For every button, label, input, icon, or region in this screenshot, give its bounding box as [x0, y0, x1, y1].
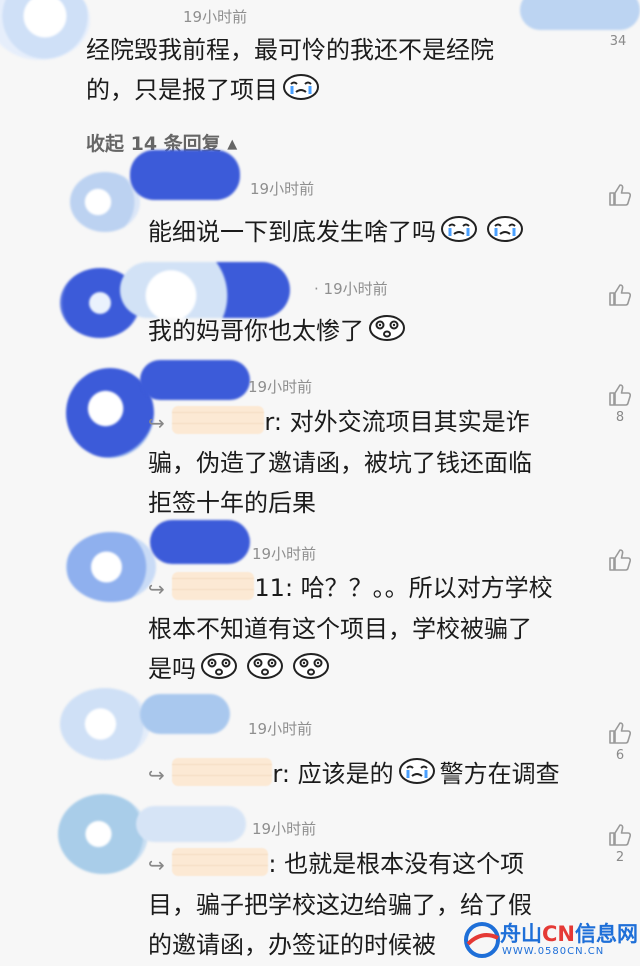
crying-emoji-icon: [439, 214, 479, 244]
comment-text-line: 经院毁我前程，最可怜的我还不是经院: [86, 36, 494, 64]
like-button[interactable]: [606, 547, 634, 573]
reply-text-line: 哈？？。。所以对方学校: [300, 574, 553, 602]
like-count: 34: [609, 34, 627, 49]
reply-text-line: 是吗: [148, 649, 553, 689]
reply-time: 19小时前: [252, 545, 317, 563]
reply-arrow-icon: ↪: [148, 763, 165, 787]
reply-text-line: 能细说一下到底发生啥了吗: [148, 218, 436, 246]
quote-suffix: 11:: [254, 574, 294, 602]
reply-text-fragment: 是吗: [148, 655, 196, 683]
shocked-emoji-icon: [367, 313, 407, 343]
username-blur: [120, 262, 290, 318]
quoted-username-blur: [172, 572, 255, 600]
thumbs-up-icon: [607, 822, 633, 848]
reply-time: 19小时前: [248, 378, 313, 396]
caret-up-icon: ▲: [227, 137, 238, 152]
reply-text-line: 我的妈哥你也太惨了: [148, 317, 364, 345]
thumbs-up-icon: [607, 182, 633, 208]
reply-quote-line: ↪ 11: 哈？？。。所以对方学校: [148, 568, 553, 609]
thumbs-up-icon: [607, 720, 633, 746]
username-blur: [150, 520, 250, 564]
comment-time: 19小时前: [183, 8, 248, 26]
comment-text: 经院毁我前程，最可怜的我还不是经院 的，只是报了项目: [86, 30, 494, 110]
reply-time: · 19小时前: [314, 280, 388, 298]
username-blur: [140, 694, 230, 734]
username-blur: [130, 150, 240, 200]
reply-quote-line: ↪ : 也就是根本没有这个项: [148, 844, 532, 885]
reply-text-line: 骗，伪造了邀请函，被坑了钱还面临: [148, 449, 532, 477]
reply-arrow-icon: ↪: [148, 411, 165, 435]
reply-text: ↪ r: 对外交流项目其实是诈 骗，伪造了邀请函，被坑了钱还面临 拒签十年的后果: [148, 402, 532, 523]
watermark-logo-icon: [464, 922, 500, 958]
like-count: 2: [615, 850, 625, 865]
crying-emoji-icon: [397, 756, 437, 786]
comment-text-fragment: 的，只是报了项目: [86, 76, 278, 104]
reply-arrow-icon: ↪: [148, 853, 165, 877]
watermark-url: WWW.0580CN.CN: [502, 946, 605, 957]
avatar[interactable]: [60, 688, 150, 760]
shocked-emoji-icon: [245, 651, 285, 681]
reply-text: ↪ 11: 哈？？。。所以对方学校 根本不知道有这个项目，学校被骗了 是吗: [148, 568, 553, 689]
quote-suffix: r:: [264, 408, 282, 436]
quote-suffix: :: [268, 850, 277, 878]
like-button[interactable]: 34: [604, 14, 632, 49]
avatar[interactable]: [66, 532, 156, 602]
reply-text-fragment: 应该是的: [297, 760, 394, 788]
reply-time: 19小时前: [252, 820, 317, 838]
like-count: 6: [615, 748, 625, 763]
username-blur: [140, 360, 250, 400]
like-button[interactable]: [606, 282, 634, 308]
watermark-title: 舟山CN信息网: [500, 918, 638, 948]
quoted-username-blur: [172, 406, 265, 434]
thumbs-up-icon: [607, 282, 633, 308]
like-count: 8: [615, 410, 625, 425]
username-blur: [136, 806, 246, 842]
thumbs-up-icon: [607, 382, 633, 408]
avatar[interactable]: [70, 172, 140, 232]
reply-text-line: 拒签十年的后果: [148, 489, 316, 517]
reply-text: 能细说一下到底发生啥了吗: [148, 212, 528, 252]
shocked-emoji-icon: [199, 651, 239, 681]
shocked-emoji-icon: [291, 651, 331, 681]
like-button[interactable]: 2: [606, 822, 634, 865]
watermark-name-b: CN: [542, 922, 575, 946]
reply-text-line: 根本不知道有这个项目，学校被骗了: [148, 615, 532, 643]
reply-text: 我的妈哥你也太惨了: [148, 311, 410, 351]
like-button[interactable]: 6: [606, 720, 634, 763]
quoted-username-blur: [172, 758, 273, 786]
reply-time: 19小时前: [250, 180, 315, 198]
reply-text-line: 对外交流项目其实是诈: [289, 408, 530, 436]
reply-quote-line: ↪ r: 应该是的 警方在调查: [148, 754, 560, 795]
reply-text-line: 也就是根本没有这个项: [284, 850, 525, 878]
reply-time: 19小时前: [248, 720, 313, 738]
watermark-name-a: 舟山: [500, 922, 542, 946]
reply-text: ↪ r: 应该是的 警方在调查: [148, 754, 560, 795]
like-button[interactable]: [606, 182, 634, 208]
avatar[interactable]: [0, 0, 90, 60]
reply-text-fragment: 警方在调查: [439, 760, 560, 788]
quoted-username-blur: [172, 848, 269, 876]
reply-quote-line: ↪ r: 对外交流项目其实是诈: [148, 402, 532, 443]
watermark-name-c: 信息网: [575, 922, 638, 946]
reply-arrow-icon: ↪: [148, 577, 165, 601]
site-watermark: 舟山CN信息网 WWW.0580CN.CN: [462, 918, 638, 964]
like-button[interactable]: 8: [606, 382, 634, 425]
quote-suffix: r:: [272, 760, 290, 788]
thumbs-up-icon: [607, 547, 633, 573]
avatar[interactable]: [58, 794, 148, 874]
crying-emoji-icon: [281, 72, 321, 102]
comment-text-line: 的，只是报了项目: [86, 70, 494, 110]
crying-emoji-icon: [485, 214, 525, 244]
